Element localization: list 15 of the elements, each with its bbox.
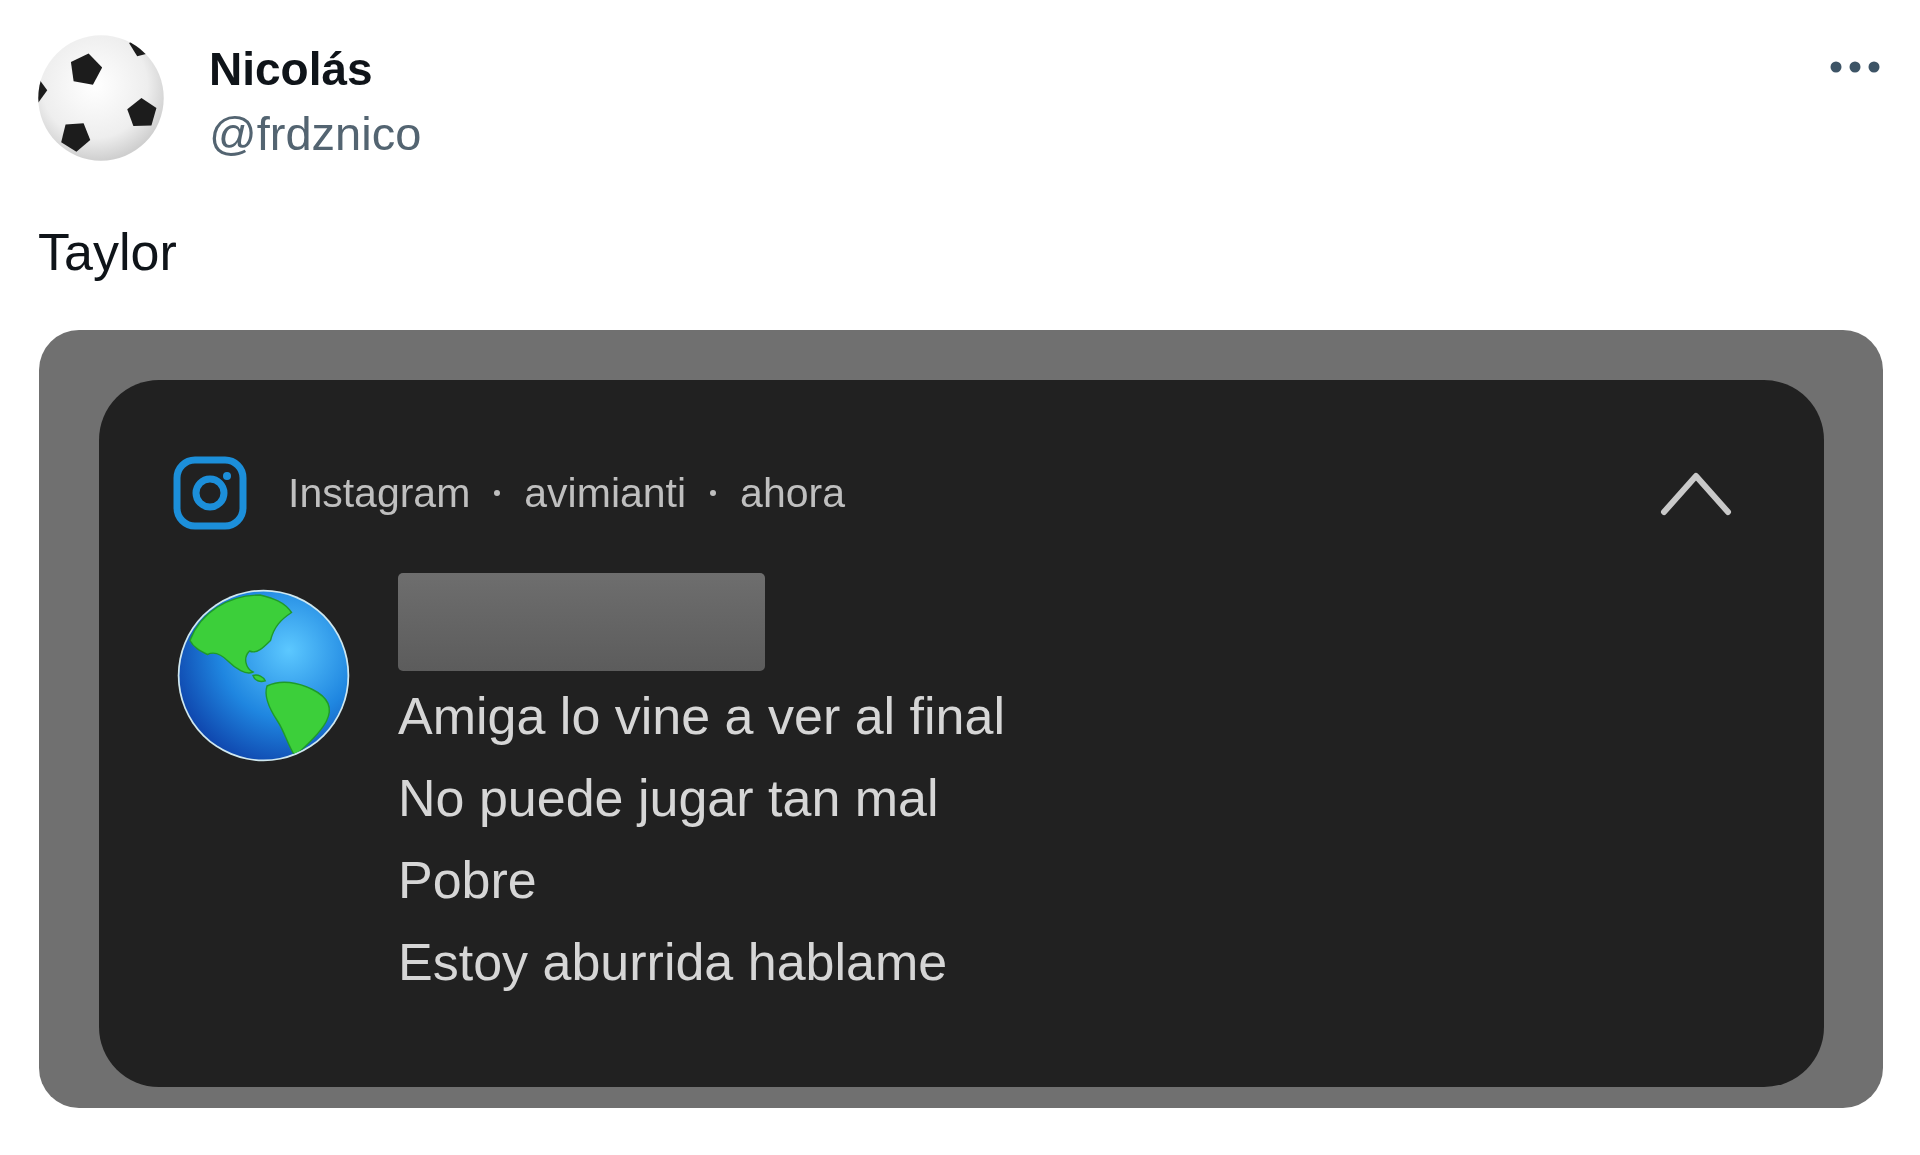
dot-icon (710, 490, 717, 496)
message-line: Amiga lo vine a ver al final (398, 686, 1005, 747)
more-icon[interactable] (1830, 61, 1880, 73)
instagram-icon (173, 456, 247, 530)
message-line: Pobre (398, 850, 538, 911)
app-name: Instagram (288, 469, 471, 517)
collapse-chevron-icon[interactable] (1660, 470, 1732, 516)
dot-icon (494, 490, 501, 496)
message-line: Estoy aburrida hablame (398, 932, 949, 993)
account-name: avimianti (524, 469, 687, 517)
author-handle[interactable]: @frdznico (209, 110, 422, 158)
notification-time: ahora (740, 469, 845, 517)
tweet-text: Taylor (38, 223, 177, 281)
message-line: No puede jugar tan mal (398, 768, 940, 829)
author-name[interactable]: Nicolás (209, 45, 422, 93)
